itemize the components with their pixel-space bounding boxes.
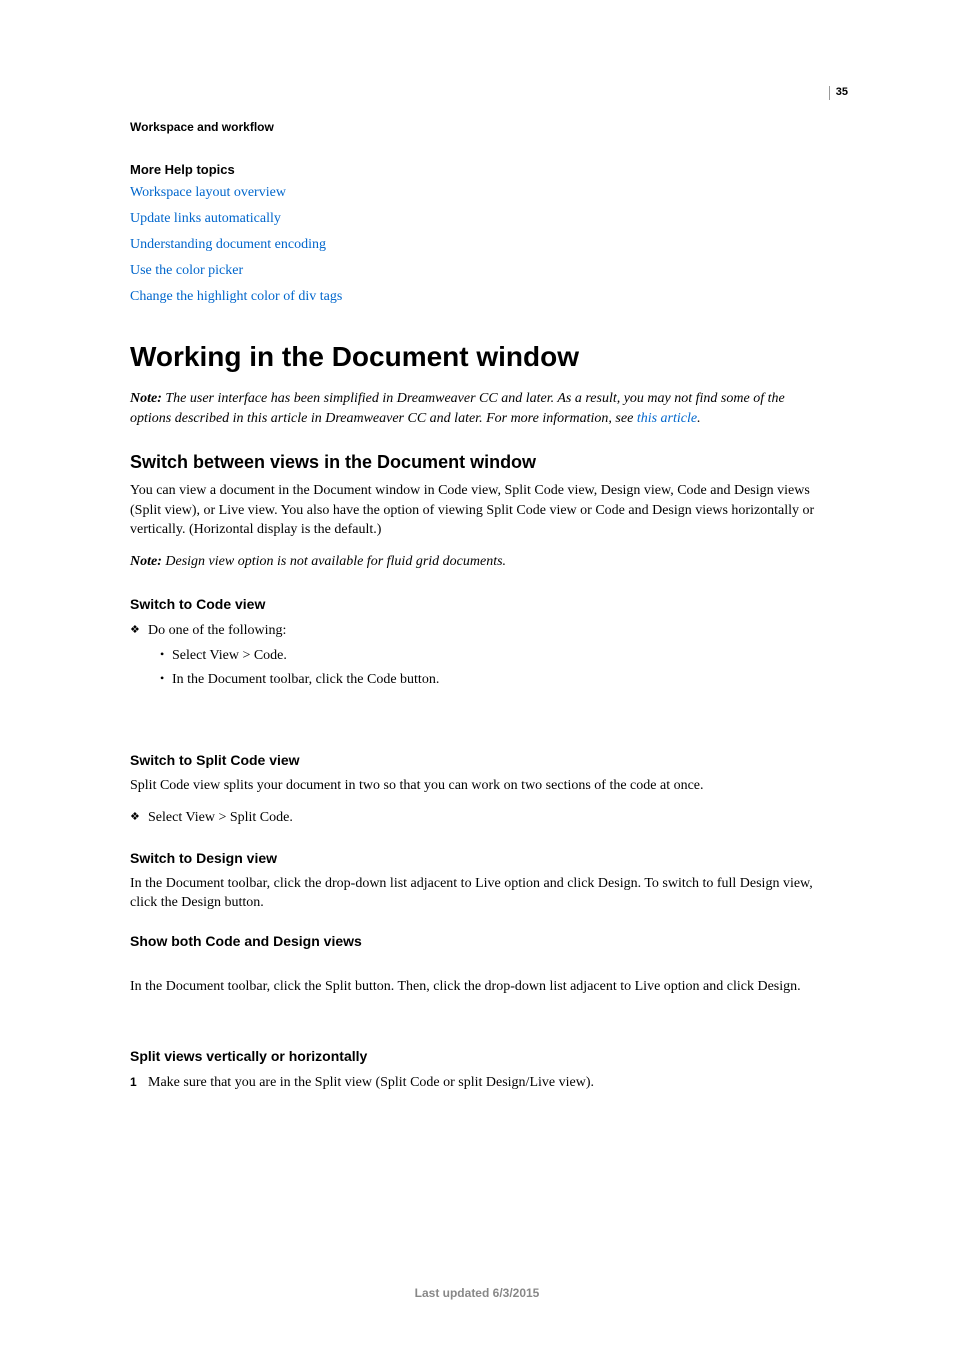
heading-split-vert-horiz: Split views vertically or horizontally <box>130 1048 824 1064</box>
last-updated-footer: Last updated 6/3/2015 <box>0 1286 954 1300</box>
heading-switch-views: Switch between views in the Document win… <box>130 452 824 473</box>
link-this-article[interactable]: this article <box>637 411 697 426</box>
section-header: Workspace and workflow <box>130 120 824 134</box>
heading-code-view: Switch to Code view <box>130 596 824 612</box>
design-view-note: Note: Design view option is not availabl… <box>130 552 824 572</box>
intro-note: Note: The user interface has been simpli… <box>130 389 824 428</box>
note-label-2: Note: <box>130 554 162 569</box>
heading-design-view: Switch to Design view <box>130 850 824 866</box>
link-color-picker[interactable]: Use the color picker <box>130 263 824 279</box>
switch-views-body: You can view a document in the Document … <box>130 481 824 540</box>
split-code-body: Split Code view splits your document in … <box>130 776 824 796</box>
subitem-code-button: In the Document toolbar, click the Code … <box>130 668 824 692</box>
step-text: Make sure that you are in the Split view… <box>148 1075 594 1090</box>
heading-split-code: Switch to Split Code view <box>130 752 824 768</box>
design-view-body: In the Document toolbar, click the drop-… <box>130 874 824 913</box>
more-help-heading: More Help topics <box>130 162 824 177</box>
link-document-encoding[interactable]: Understanding document encoding <box>130 237 824 253</box>
heading-code-design: Show both Code and Design views <box>130 933 824 949</box>
note-body-2: Design view option is not available for … <box>162 554 506 569</box>
page-number: 35 <box>829 86 848 100</box>
note-label: Note: <box>130 391 162 406</box>
link-workspace-layout[interactable]: Workspace layout overview <box>130 185 824 201</box>
link-highlight-div[interactable]: Change the highlight color of div tags <box>130 289 824 305</box>
page-title: Working in the Document window <box>130 341 824 373</box>
note-body-after: . <box>697 411 701 426</box>
bullet-split-code: Select View > Split Code. <box>130 807 824 829</box>
link-update-links[interactable]: Update links automatically <box>130 211 824 227</box>
code-design-body: In the Document toolbar, click the Split… <box>130 977 824 997</box>
subitem-select-code: Select View > Code. <box>130 644 824 668</box>
page-content: Workspace and workflow More Help topics … <box>0 0 954 1093</box>
numbered-step-1: 1 Make sure that you are in the Split vie… <box>130 1072 824 1093</box>
step-number: 1 <box>130 1073 137 1091</box>
bullet-do-one: Do one of the following: <box>130 620 824 642</box>
